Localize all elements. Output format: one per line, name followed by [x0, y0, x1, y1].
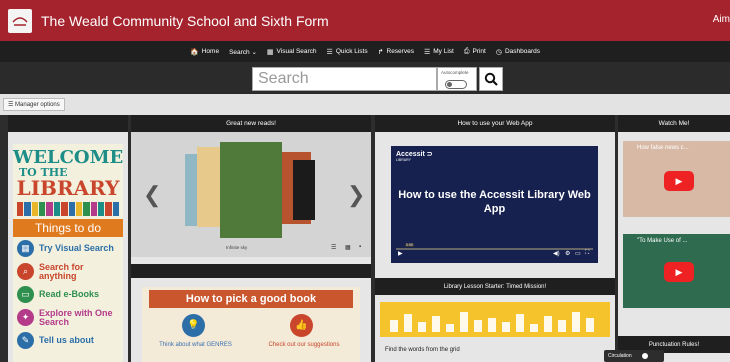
nav-visual-search[interactable]: ▦ Visual Search [262, 48, 322, 56]
manager-options-button[interactable]: ☰ Manager options [3, 98, 65, 111]
book-cover[interactable] [293, 160, 315, 220]
main-nav: 🏠 Home Search ⌄ ▦ Visual Search ☰ Quick Lis… [0, 41, 730, 62]
fullscreen-icon[interactable]: ⛶ [585, 250, 589, 257]
school-logo-icon[interactable] [8, 8, 32, 33]
column-header: How to use your Web App [375, 115, 615, 132]
book-carousel[interactable]: ❮ ❯ Infinite sky ☰ ▦ ▪ [131, 132, 371, 257]
visual-search-icon: ▦ [17, 240, 34, 257]
toggle-switch[interactable] [445, 80, 467, 89]
video-thumbnail[interactable]: "To Make Use of ... ▶ [623, 234, 730, 308]
video-thumbnail[interactable]: How false news c... ▶ [623, 141, 730, 217]
column-header: Watch Me! [618, 115, 730, 132]
nav-print[interactable]: ⎙ Print [459, 48, 491, 56]
circulation-icon [641, 353, 648, 359]
lesson-header: Library Lesson Starter: Timed Mission! [375, 278, 615, 295]
lightbulb-icon: 💡 [182, 314, 205, 337]
nav-my-list[interactable]: ☰ My List [419, 48, 459, 56]
column-header: Great new reads! [131, 115, 371, 132]
things-to-do-banner: Things to do [13, 219, 123, 237]
video-title: "To Make Use of ... [637, 238, 688, 244]
share-icon: ↱ [377, 48, 384, 56]
video-player[interactable]: Accessit ⊃ LIBRARY How to use the Access… [391, 146, 598, 263]
suggestions-tip: Check out our suggestions [268, 342, 340, 348]
books-decoration [17, 202, 120, 216]
print-icon: ⎙ [463, 47, 470, 55]
feedback-icon: ✎ [17, 332, 34, 349]
nav-reserves[interactable]: ↱ Reserves [373, 48, 419, 56]
pip-icon[interactable]: ▭ [575, 250, 581, 257]
search-icon: ⌕ [17, 263, 34, 280]
video-time: 0:00 [405, 243, 414, 247]
header-bar: The Weald Community School and Sixth For… [0, 0, 730, 41]
youtube-play-icon[interactable]: ▶ [664, 262, 694, 282]
welcome-title: WELCOME [13, 147, 124, 168]
accessit-sublogo: LIBRARY [396, 158, 411, 162]
grid-view-icon[interactable]: ▦ [345, 244, 351, 251]
genres-tip: Think about what GENRES [159, 342, 232, 348]
manager-row: ☰ Manager options [0, 94, 730, 115]
welcome-poster[interactable]: WELCOME TO THE LIBRARY Things to do ▦ Try… [13, 144, 123, 362]
nav-home[interactable]: 🏠 Home [185, 48, 224, 56]
autocomplete-toggle[interactable]: Autocomplete [437, 67, 477, 91]
list-icon: ☰ [423, 48, 431, 56]
watch-me-column: Watch Me! How false news c... ▶ "To Make… [618, 115, 730, 362]
thumbs-up-icon: 👍 [290, 314, 313, 337]
video-progress-bar[interactable] [396, 248, 593, 250]
ebook-icon: ▭ [17, 286, 34, 303]
dashboard-icon: ◷ [495, 48, 502, 56]
welcome-column: WELCOME TO THE LIBRARY Things to do ▦ Try… [8, 115, 128, 362]
nav-search[interactable]: Search ⌄ [224, 48, 262, 56]
autocomplete-label: Autocomplete [441, 70, 469, 75]
nav-dashboards[interactable]: ◷ Dashboards [491, 48, 545, 56]
nav-quick-lists[interactable]: ☰ Quick Lists [322, 48, 373, 56]
video-title: How false news c... [637, 145, 689, 151]
youtube-play-icon[interactable]: ▶ [664, 171, 694, 191]
settings-icon[interactable]: ⚙ [565, 250, 570, 257]
lesson-banner[interactable] [380, 302, 610, 337]
home-icon: 🏠 [190, 48, 199, 56]
grid-icon: ▦ [266, 48, 274, 56]
school-name[interactable]: The Weald Community School and Sixth For… [41, 13, 329, 29]
library-title: LIBRARY [16, 176, 120, 200]
search-button[interactable] [479, 67, 503, 91]
list-icon: ☰ [326, 48, 333, 56]
accessit-logo: Accessit ⊃ [396, 151, 433, 158]
web-app-column: How to use your Web App Accessit ⊃ LIBRA… [375, 115, 615, 362]
chevron-left-icon[interactable]: ❮ [143, 182, 161, 208]
list-item[interactable]: ⌕ Search for anything [13, 260, 123, 283]
video-title: How to use the Accessit Library Web App [398, 189, 591, 215]
search-row: Search Autocomplete [0, 62, 730, 94]
list-item[interactable]: ✦ Explore with One Search [13, 306, 123, 329]
lesson-text: Find the words from the grid [385, 347, 460, 353]
featured-book-cover[interactable] [220, 142, 282, 238]
column-header [131, 264, 371, 278]
book-caption: Infinite sky [226, 245, 248, 250]
volume-icon[interactable]: ◀) [553, 250, 560, 257]
list-item[interactable]: ✎ Tell us about [13, 329, 123, 352]
search-icon [484, 72, 498, 86]
list-item[interactable]: ▭ Read e-Books [13, 283, 123, 306]
poster-title: How to pick a good book [149, 290, 353, 308]
list-view-icon[interactable]: ☰ [331, 244, 336, 251]
column-header [8, 115, 128, 132]
great-reads-column: Great new reads! ❮ ❯ Infinite sky ☰ ▦ ▪ … [131, 115, 371, 362]
tile-view-icon[interactable]: ▪ [359, 244, 361, 250]
circulation-widget[interactable]: Circulation [604, 350, 664, 362]
play-icon[interactable]: ▶ [398, 250, 403, 257]
search-input[interactable]: Search [252, 67, 437, 91]
user-name[interactable]: Aim [713, 14, 730, 25]
how-to-pick-poster[interactable]: How to pick a good book 💡 👍 Think about … [142, 287, 360, 362]
list-item[interactable]: ▦ Try Visual Search [13, 237, 123, 260]
explore-icon: ✦ [17, 309, 34, 326]
chevron-right-icon[interactable]: ❯ [347, 182, 365, 208]
